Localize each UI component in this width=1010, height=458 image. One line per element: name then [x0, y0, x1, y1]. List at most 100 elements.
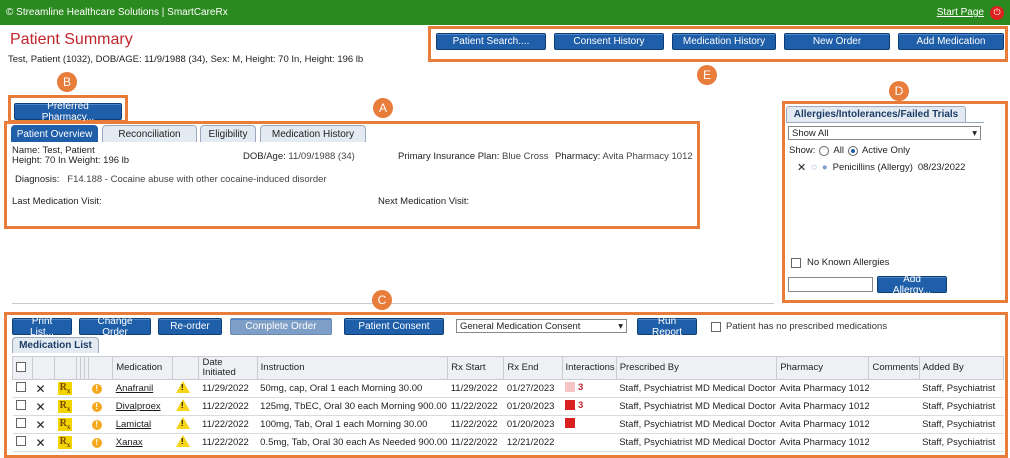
allergy-filter-value: Show All [792, 127, 829, 139]
add-medication-button[interactable]: Add Medication [898, 33, 1004, 50]
allergy-search-input[interactable] [788, 277, 873, 292]
patient-consent-button[interactable]: Patient Consent [344, 318, 444, 335]
warning-icon[interactable]: ! [175, 435, 190, 447]
interactions [562, 415, 617, 434]
print-list-button[interactable]: Print List... [12, 316, 72, 338]
info-icon[interactable]: ! [91, 402, 102, 412]
row-checkbox[interactable] [15, 436, 26, 446]
warning-icon[interactable]: ! [175, 417, 190, 429]
medication-history-button[interactable]: Medication History [672, 33, 776, 50]
rx-icon[interactable]: Rx [57, 418, 73, 431]
power-icon[interactable]: ⏻ [990, 5, 1004, 20]
table-row[interactable]: ✕ Rx! Xanax! 11/22/2022 0.5mg, Tab, Oral 30 … [12, 433, 1004, 452]
interaction-severity-icon[interactable] [565, 400, 576, 411]
delete-icon[interactable]: ✕ [797, 161, 806, 174]
row-rx-cell: Rx [54, 379, 77, 398]
start-page-link[interactable]: Start Page [937, 7, 984, 18]
add-allergy-button[interactable]: Add Allergy... [877, 274, 947, 296]
section-divider [12, 303, 774, 304]
prescribed-by: Staff, Psychiatrist MD Medical Doctor [616, 397, 777, 416]
rx-icon[interactable]: Rx [57, 436, 73, 449]
pharmacy: Avita Pharmacy 1012 [776, 433, 869, 452]
prescribed-by: Staff, Psychiatrist MD Medical Doctor [616, 379, 777, 398]
col-interactions[interactable]: Interactions [561, 356, 617, 380]
info-icon[interactable]: ! [91, 420, 102, 430]
new-order-button[interactable]: New Order [784, 33, 890, 50]
col-pharmacy[interactable]: Pharmacy [776, 356, 870, 380]
select-all-header [11, 356, 34, 380]
medication-link[interactable]: Divalproex [116, 401, 161, 412]
radio-active-only[interactable] [847, 145, 858, 156]
comment-icon[interactable]: ◌ [811, 162, 817, 173]
row-warning-cell: ! [172, 379, 199, 398]
rx-icon[interactable]: Rx [57, 382, 73, 395]
col-medication[interactable]: Medication [112, 356, 174, 380]
row-warning-cell: ! [172, 415, 199, 434]
radio-all[interactable] [819, 145, 830, 156]
medication-link[interactable]: Xanax [116, 437, 143, 448]
col-added-by[interactable]: Added By [918, 356, 1005, 380]
info-icon[interactable]: ! [91, 384, 102, 394]
dob-value: 11/09/1988 (34) [288, 151, 355, 162]
row-checkbox[interactable] [15, 400, 26, 410]
col-instruction[interactable]: Instruction [256, 356, 449, 380]
info-icon[interactable]: ! [91, 438, 102, 448]
select-all-checkbox[interactable] [16, 361, 26, 372]
overview-insurance: Primary Insurance Plan: Blue Cross [398, 151, 548, 162]
complete-order-button[interactable]: Complete Order [230, 318, 332, 335]
rx-icon[interactable]: Rx [57, 400, 73, 413]
row-delete-cell: ✕ [32, 379, 55, 398]
callout-c-badge: C [372, 290, 392, 310]
diagnosis-label: Diagnosis: [15, 174, 60, 185]
pharmacy: Avita Pharmacy 1012 [776, 415, 869, 434]
table-row[interactable]: ✕ Rx! Divalproex! 11/22/2022 125mg, TbEC, Or… [12, 397, 1004, 416]
table-row[interactable]: ✕ Rx! Anafranil! 11/29/2022 50mg, cap, Oral … [12, 379, 1004, 398]
insurance-label: Primary Insurance Plan: [398, 151, 500, 162]
rx-start: 11/22/2022 [447, 415, 504, 434]
rx-end: 01/27/2023 [503, 379, 563, 398]
radio-active-only-label: Active Only [861, 145, 911, 156]
col-comments[interactable]: Comments [868, 356, 920, 380]
reorder-button[interactable]: Re-order [158, 318, 222, 335]
change-order-button[interactable]: Change Order [79, 316, 151, 338]
warning-icon[interactable]: ! [175, 399, 190, 411]
col-rx-start[interactable]: Rx Start [447, 356, 505, 380]
interaction-severity-icon[interactable] [565, 382, 576, 393]
delete-icon[interactable]: ✕ [36, 418, 46, 432]
table-row[interactable]: ✕ Rx! Lamictal! 11/22/2022 100mg, Tab, Oral … [12, 415, 1004, 434]
allergy-date: 08/23/2022 [917, 162, 966, 173]
delete-icon[interactable]: ✕ [36, 436, 46, 450]
allergy-filter-select[interactable]: Show All ▾ [788, 126, 981, 140]
col-prescribed-by[interactable]: Prescribed By [615, 356, 778, 380]
patient-search-button[interactable]: Patient Search.... [436, 33, 546, 50]
row-checkbox[interactable] [15, 382, 26, 392]
comments [868, 379, 920, 398]
date-initiated: 11/22/2022 [198, 397, 258, 416]
delete-icon[interactable]: ✕ [36, 400, 46, 414]
interaction-severity-icon[interactable] [565, 418, 576, 428]
instruction: 0.5mg, Tab, Oral 30 each As Needed 900.0… [257, 433, 448, 452]
medication-link[interactable]: Anafranil [116, 383, 154, 394]
medication-link[interactable]: Lamictal [116, 419, 151, 430]
info-icon[interactable]: ● [822, 162, 828, 173]
no-known-allergies-checkbox[interactable] [791, 257, 801, 268]
preferred-pharmacy-button[interactable]: Preferred Pharmacy... [14, 101, 122, 123]
allergy-name: Penicillins (Allergy) [832, 162, 913, 173]
allergies-tab[interactable]: Allergies/Intolerances/Failed Trials [786, 106, 966, 122]
medication-table: Medication Date Initiated Instruction Rx… [11, 356, 1005, 452]
delete-icon[interactable]: ✕ [36, 382, 46, 396]
callout-a-badge: A [373, 98, 393, 118]
row-info-cell: ! [88, 433, 113, 452]
consent-type-select[interactable]: General Medication Consent ▾ [456, 319, 627, 333]
col-date-initiated[interactable]: Date Initiated [198, 356, 258, 380]
col-rx-end[interactable]: Rx End [503, 356, 563, 380]
show-label: Show: [789, 145, 816, 156]
tab-medication-list[interactable]: Medication List [12, 337, 99, 353]
row-checkbox[interactable] [15, 418, 26, 428]
rx-end: 12/21/2022 [503, 433, 563, 452]
warning-icon[interactable]: ! [175, 381, 190, 393]
chevron-down-icon: ▾ [972, 127, 977, 139]
run-report-button[interactable]: Run Report [637, 316, 697, 338]
no-meds-checkbox[interactable] [711, 321, 721, 332]
consent-history-button[interactable]: Consent History [554, 33, 664, 50]
